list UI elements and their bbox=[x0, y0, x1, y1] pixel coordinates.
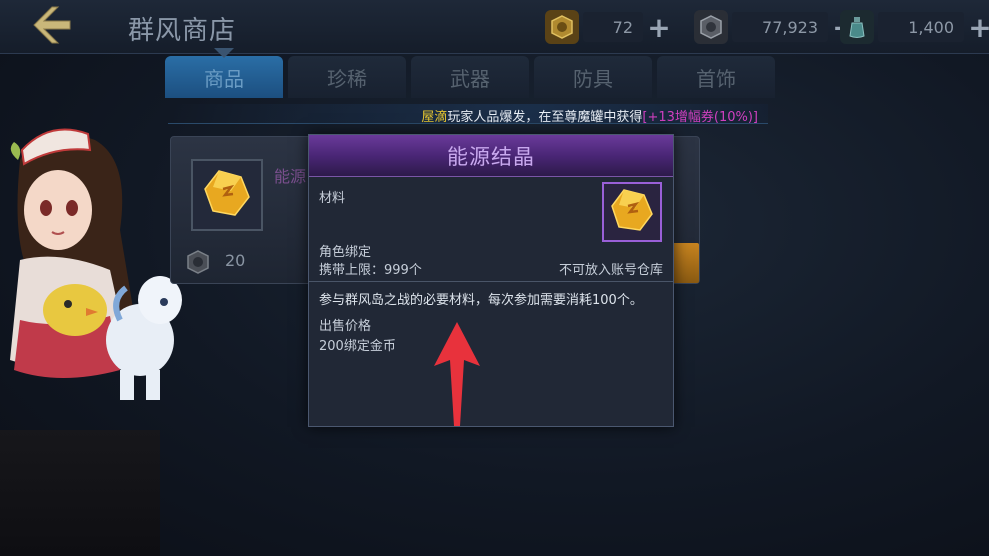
bound-gold-amount: 72 bbox=[583, 12, 643, 42]
red-up-arrow-icon bbox=[432, 320, 482, 432]
tooltip-title: 能源结晶 bbox=[447, 144, 535, 169]
item-carry-limit: 携带上限：999个 bbox=[319, 263, 422, 278]
tab-accessories[interactable]: 首饰 bbox=[657, 56, 775, 98]
bound-gold-icon bbox=[545, 10, 579, 44]
gold-amount: 77,923 bbox=[732, 12, 828, 42]
currency-gold: 77,923 + bbox=[694, 9, 858, 45]
currency-bound-gold: 72 + bbox=[545, 9, 673, 45]
category-tabs: 商品 珍稀 武器 防具 首饰 bbox=[165, 48, 780, 98]
item-description: 参与群风岛之战的必要材料，每次参加需要消耗100个。 bbox=[319, 293, 643, 308]
potion-amount: 1,400 bbox=[878, 12, 964, 42]
product-icon-slot[interactable] bbox=[191, 159, 263, 231]
item-tooltip: 能源结晶 材料 角色绑定 携带上限：999个 不可放入账号仓库 参与群风岛之战的… bbox=[308, 134, 674, 427]
tab-goods[interactable]: 商品 bbox=[165, 48, 283, 98]
announcement-player: 屋滴 bbox=[421, 110, 448, 125]
back-button[interactable] bbox=[28, 6, 76, 48]
top-bar: 群风商店 72 + 77,923 + 1,400 + bbox=[0, 0, 989, 54]
tab-weapons[interactable]: 武器 bbox=[411, 56, 529, 98]
item-storage-note: 不可放入账号仓库 bbox=[558, 263, 663, 278]
potion-bottle-icon bbox=[840, 10, 874, 44]
add-bound-gold-button[interactable]: + bbox=[645, 11, 673, 44]
gold-coin-icon bbox=[694, 10, 728, 44]
item-category: 材料 bbox=[319, 191, 346, 206]
shop-title: 群风商店 bbox=[128, 16, 237, 46]
wooden-shelf bbox=[0, 430, 160, 556]
item-binding: 角色绑定 bbox=[319, 245, 372, 260]
tab-rare[interactable]: 珍稀 bbox=[288, 56, 406, 98]
sell-price-value: 200绑定金币 bbox=[319, 339, 396, 354]
sell-price-label: 出售价格 bbox=[319, 319, 372, 334]
back-arrow-icon bbox=[30, 5, 74, 49]
announcement-text: 屋滴玩家人品爆发，在至尊魔罐中获得[+13增幅券(10%)] bbox=[421, 106, 758, 125]
announcement-body: 玩家人品爆发，在至尊魔罐中获得 bbox=[447, 110, 643, 125]
announcement-item: [+13增幅券(10%)] bbox=[642, 110, 758, 125]
tooltip-header: 能源结晶 bbox=[309, 135, 673, 177]
currency-potion: 1,400 + bbox=[840, 9, 989, 45]
add-potion-button[interactable]: + bbox=[966, 11, 989, 44]
announcement-banner: 屋滴玩家人品爆发，在至尊魔罐中获得[+13增幅券(10%)] bbox=[168, 104, 768, 125]
energy-crystal-icon bbox=[201, 167, 253, 223]
energy-crystal-icon bbox=[608, 186, 656, 238]
tooltip-divider bbox=[309, 281, 673, 282]
item-icon-frame bbox=[602, 182, 662, 242]
product-price: 20 bbox=[225, 251, 246, 270]
product-name: 能源 bbox=[274, 167, 307, 186]
gold-coin-icon bbox=[185, 249, 211, 279]
tab-armor[interactable]: 防具 bbox=[534, 56, 652, 98]
buy-button[interactable] bbox=[671, 243, 699, 283]
